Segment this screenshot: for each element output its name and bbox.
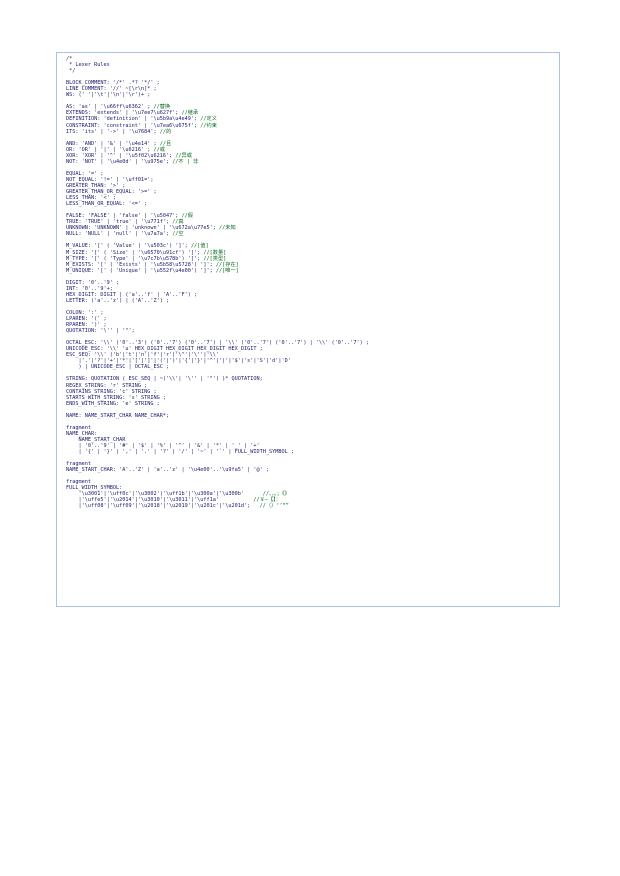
code-comment: //的 (159, 128, 172, 135)
code-comment: //未知 (219, 225, 236, 232)
code-text: |'\uff08'|'\uff09'|'\u2018'|'\u2019'|'\u… (66, 503, 260, 510)
code-text: ENDS_WITH_STRING: 'e' STRING ; (66, 400, 160, 407)
code-comment: //约束 (200, 122, 217, 129)
code-comment: //空 (172, 231, 184, 238)
code-text: ) | UNICODE_ESC | OCTAL_ESC ; (66, 364, 170, 371)
code-text: ITS: 'its' | '->' | '\u7684'; (66, 128, 160, 135)
lexer-rules-code-block: /* * Lexer Rules */BLOCK_COMMENT: '/*' .… (66, 56, 369, 510)
code-line: |'\uff08'|'\uff09'|'\u2018'|'\u2019'|'\u… (66, 503, 369, 509)
code-text: NOT: 'NOT' | '\u4e0d' | '\u975e'; (66, 158, 173, 165)
code-comment: //（）‘’“” (259, 503, 289, 510)
code-text: NAME_START_CHAR: 'A'..'Z' | 'a'..'z' | '… (66, 467, 270, 474)
code-text: NAME: NAME_START_CHAR NAME_CHAR*; (66, 412, 170, 419)
code-text: LESS_THAN_OR_EQUAL: '<=' ; (66, 201, 148, 208)
code-comment: //[唯一] (215, 267, 239, 274)
code-text: */ (66, 68, 76, 75)
code-text: QUOTATION: '\'' | '"'; (66, 328, 135, 335)
code-text: M_UNIQUE: '[' ( 'Unique' | '\u552f\u4e00… (66, 267, 216, 274)
code-listing-frame: /* * Lexer Rules */BLOCK_COMMENT: '/*' .… (56, 52, 560, 607)
code-text: LETTER: ('a'..'z') | ('A'..'Z') ; (66, 297, 170, 304)
code-text: | '{' | '}' | ',' | '.' | '?' | '/' | '~… (66, 449, 294, 456)
code-text: WS: (' '|'\t'|'\n'|'\r')+ ; (66, 92, 151, 99)
code-comment: //不 | 非 (172, 158, 199, 165)
code-text: NULL: 'NULL' | 'null' | '\u7a7a'; (66, 231, 173, 238)
